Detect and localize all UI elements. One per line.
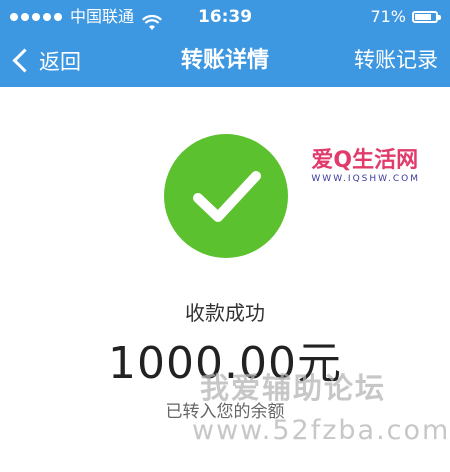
navigation-bar: 返回 转账详情 转账记录	[0, 34, 450, 87]
content-area: 爱Q生活网 WWW.IQSHW.COM 收款成功 1000.00元 我爱辅助论坛…	[0, 87, 450, 472]
watermark-logo: 爱Q生活网 WWW.IQSHW.COM	[311, 142, 420, 184]
watermark-logo-url: WWW.IQSHW.COM	[311, 174, 420, 184]
watermark-logo-text: 爱Q生活网	[311, 148, 419, 173]
status-bar: 中国联通 16:39 71%	[0, 0, 450, 34]
transfer-records-button[interactable]: 转账记录	[354, 34, 438, 87]
status-bar-right: 71%	[370, 0, 441, 34]
watermark-forum-url: www.52fzba.com	[192, 415, 450, 446]
battery-icon	[412, 11, 441, 23]
payment-status: 收款成功	[185, 301, 265, 325]
checkmark-circle-icon	[164, 134, 288, 258]
header: 中国联通 16:39 71% 返回 转账详情 转账记录	[0, 0, 450, 87]
battery-percent: 71%	[370, 7, 406, 26]
